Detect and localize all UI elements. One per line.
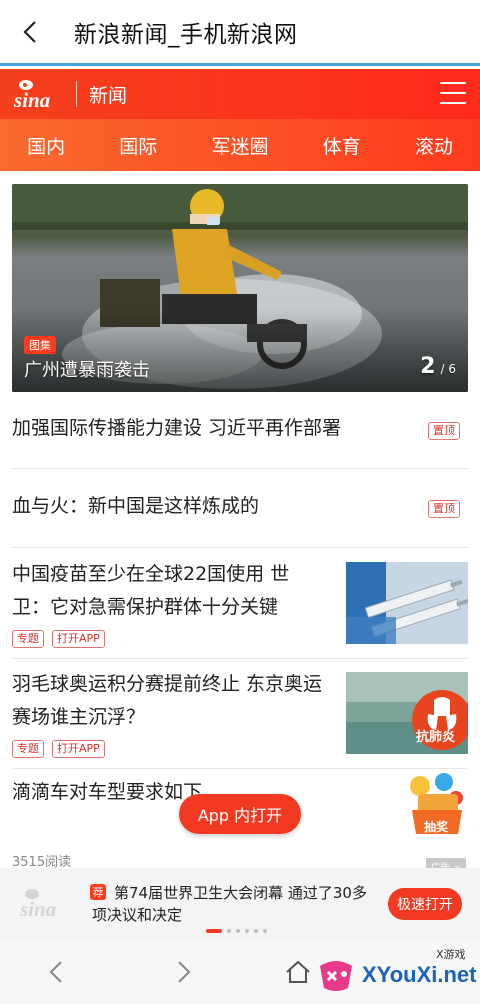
headline: 血与火：新中国是这样炼成的 — [12, 495, 260, 517]
gallery-total: / 6 — [440, 362, 457, 376]
hero-caption: 广州遭暴雨袭击 — [24, 360, 150, 381]
lottery-label: 抽奖 — [424, 820, 449, 834]
nav-item-international[interactable]: 国际 — [109, 132, 167, 159]
carousel-dot-active — [206, 929, 222, 933]
category-nav: 国内 国际 军迷圈 体育 滚动 — [0, 119, 480, 171]
pinned-tag: 置顶 — [428, 422, 460, 440]
svg-text:sina: sina — [13, 88, 50, 112]
chevron-left-icon — [23, 20, 36, 43]
carousel-dot — [227, 929, 231, 933]
back-button[interactable] — [0, 0, 60, 65]
chevron-right-icon — [178, 961, 191, 983]
browser-back-button[interactable] — [40, 956, 72, 988]
browser-forward-button[interactable] — [168, 956, 200, 988]
topic-tag[interactable]: 专题 — [12, 630, 44, 648]
carousel-dot — [254, 929, 258, 933]
divider — [12, 768, 468, 769]
headline: 加强国际传播能力建设 习近平再作部署 — [12, 417, 342, 439]
carousel-dot — [245, 929, 249, 933]
divider — [12, 468, 468, 469]
carousel-dots — [206, 929, 267, 933]
nav-item-domestic[interactable]: 国内 — [17, 132, 75, 159]
chevron-left-icon — [49, 961, 62, 983]
browser-home-button[interactable] — [282, 956, 314, 988]
headline: 羽毛球奥运积分赛提前终止 东京奥运赛场谁主沉浮？ — [12, 673, 323, 728]
nav-item-rolling[interactable]: 滚动 — [405, 132, 463, 159]
divider — [12, 658, 468, 659]
topic-tag[interactable]: 专题 — [12, 740, 44, 758]
open-app-tag[interactable]: 打开APP — [52, 630, 105, 648]
open-app-tag[interactable]: 打开APP — [52, 740, 105, 758]
hero-gallery[interactable]: 图集 广州遭暴雨袭击 2 / 6 — [12, 184, 468, 392]
menu-icon[interactable] — [440, 80, 466, 106]
watermark-small-text: X游戏 — [436, 948, 466, 961]
promo-banner[interactable]: sina 荐 第74届世界卫生大会闭幕 通过了30多项决议和决定 极速打开 — [0, 868, 480, 940]
watermark-big-text: XYouXi.net — [362, 962, 477, 987]
list-item[interactable]: 血与火：新中国是这样炼成的 置顶 — [12, 490, 468, 528]
list-item[interactable]: 中国疫苗至少在全球22国使用 世卫：它对急需保护群体十分关键 专题 打开APP — [12, 558, 468, 648]
quick-open-button[interactable]: 极速打开 — [388, 888, 462, 920]
list-item[interactable]: 加强国际传播能力建设 习近平再作部署 置顶 — [12, 412, 468, 450]
gallery-counter: 2 / 6 — [420, 354, 456, 379]
home-icon — [286, 960, 310, 983]
header-divider — [76, 81, 77, 107]
browser-top-bar: 新浪新闻_手机新浪网 — [0, 0, 480, 66]
headline: 中国疫苗至少在全球22国使用 世卫：它对急需保护群体十分关键 — [12, 563, 290, 618]
gamepad-logo-icon — [320, 961, 352, 991]
page-title: 新浪新闻_手机新浪网 — [74, 21, 298, 48]
open-in-app-button[interactable]: App 内打开 — [179, 794, 301, 834]
carousel-dot — [263, 929, 267, 933]
gallery-current: 2 — [420, 354, 436, 379]
section-title: 新闻 — [89, 84, 128, 107]
sina-logo[interactable]: sina — [12, 76, 64, 112]
gallery-badge: 图集 — [24, 336, 56, 354]
lottery-widget[interactable]: 抽奖 — [404, 770, 470, 840]
thumb-badge: 抗肺炎 — [416, 730, 456, 745]
site-watermark: X游戏 XYouXi.net — [312, 944, 480, 1000]
divider — [12, 547, 468, 548]
carousel-dot — [236, 929, 240, 933]
sina-logo-watermark: sina — [19, 889, 56, 921]
svg-text:sina: sina — [19, 897, 56, 921]
news-thumbnail — [346, 562, 468, 644]
pinned-tag: 置顶 — [428, 500, 460, 518]
news-thumbnail: 抗肺炎 — [346, 672, 468, 754]
list-item[interactable]: 羽毛球奥运积分赛提前终止 东京奥运赛场谁主沉浮？ 专题 打开APP 抗肺炎 — [12, 668, 468, 758]
nav-item-sports[interactable]: 体育 — [313, 132, 371, 159]
nav-item-military[interactable]: 军迷圈 — [201, 132, 278, 159]
banner-headline: 第74届世界卫生大会闭幕 通过了30多项决议和决定 — [92, 884, 367, 924]
site-header: sina 新闻 — [0, 69, 480, 119]
